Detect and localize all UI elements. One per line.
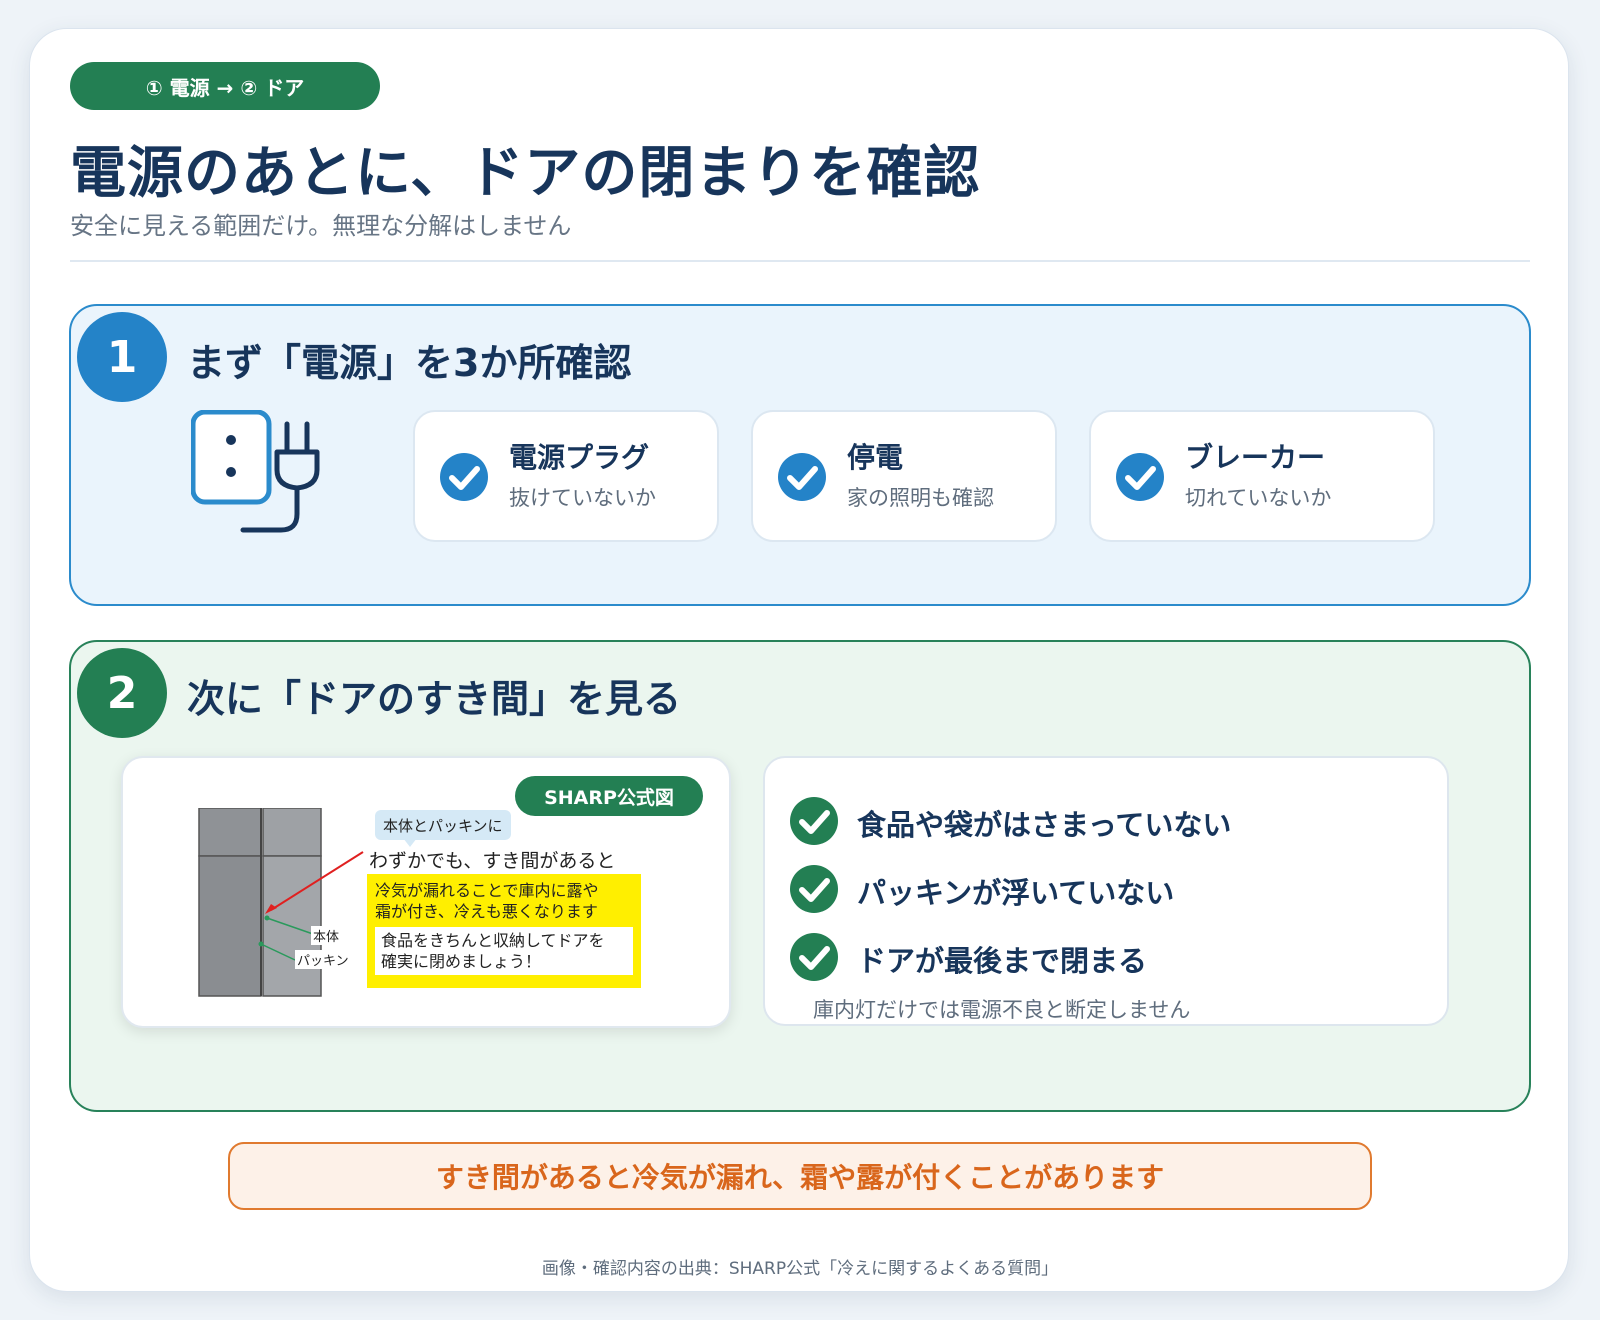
figure-warning-box: 冷気が漏れることで庫内に露や 霜が付き、冷えも悪くなります 食品をきちんと収納し… <box>367 874 641 988</box>
sharp-figure-card: SHARP公式図 本体とパッキンに わずかでも、すき間があると 冷気が漏れること… <box>121 756 731 1028</box>
warning-banner: すき間があると冷気が漏れ、霜や露が付くことがあります <box>228 1142 1372 1210</box>
figure-gap-text: わずかでも、すき間があると <box>369 850 616 872</box>
check-circle-icon <box>790 797 838 845</box>
check-card-outage: 停電 家の照明も確認 <box>751 410 1057 542</box>
check-card-sub: 切れていないか <box>1185 486 1332 510</box>
check-card-plug: 電源プラグ 抜けていないか <box>413 410 719 542</box>
check-circle-icon <box>790 865 838 913</box>
check-card-title: 電源プラグ <box>509 441 650 474</box>
step-number-1: 1 <box>77 312 167 402</box>
check-circle-icon <box>778 453 826 501</box>
section-door-title: 次に「ドアのすき間」を見る <box>187 677 682 721</box>
door-checklist-card: 食品や袋がはさまっていない パッキンが浮いていない ドアが最後まで閉まる 庫内灯… <box>763 756 1449 1026</box>
section-power: 1 まず「電源」を3か所確認 電源プラグ 抜けていないか 停電 家の照明も確認 … <box>69 304 1531 606</box>
section-door: 2 次に「ドアのすき間」を見る SHARP公式図 本体とパッキンに わずかでも、… <box>69 640 1531 1112</box>
figure-advice-line: 確実に閉めましょう！ <box>381 952 542 971</box>
step-pill: ① 電源 → ② ドア <box>70 62 380 110</box>
check-card-title: 停電 <box>847 441 904 474</box>
outlet-plug-icon <box>191 410 320 533</box>
step-number-2: 2 <box>77 648 167 738</box>
check-card-sub: 抜けていないか <box>509 486 656 510</box>
figure-advice-line: 食品をきちんと収納してドアを <box>381 931 605 950</box>
door-check-note: 庫内灯だけでは電源不良と断定しません <box>813 998 1191 1022</box>
figure-warning-line: 霜が付き、冷えも悪くなります <box>375 902 598 921</box>
check-circle-icon <box>790 933 838 981</box>
figure-label-packing: パッキン <box>295 950 351 969</box>
divider <box>70 260 1530 262</box>
door-check-label: ドアが最後まで閉まる <box>857 944 1148 978</box>
fridge-illustration <box>198 808 364 997</box>
door-check-label: パッキンが浮いていない <box>857 876 1175 910</box>
figure-warning-line: 冷気が漏れることで庫内に露や <box>375 881 599 900</box>
check-card-breaker: ブレーカー 切れていないか <box>1089 410 1435 542</box>
page-subtitle: 安全に見える範囲だけ。無理な分解はしません <box>70 212 572 240</box>
section-power-title: まず「電源」を3か所確認 <box>187 341 632 385</box>
check-circle-icon <box>1116 453 1164 501</box>
door-check-label: 食品や袋がはさまっていない <box>857 808 1232 842</box>
figure-advice-box: 食品をきちんと収納してドアを 確実に閉めましょう！ <box>375 927 633 975</box>
figure-bubble: 本体とパッキンに <box>375 810 511 840</box>
source-credit: 画像・確認内容の出典：SHARP公式「冷えに関するよくある質問」 <box>541 1259 1059 1279</box>
sharp-figure-badge: SHARP公式図 <box>515 776 703 816</box>
check-card-sub: 家の照明も確認 <box>847 486 994 510</box>
check-circle-icon <box>440 453 488 501</box>
check-card-title: ブレーカー <box>1185 441 1326 474</box>
page-title: 電源のあとに、ドアの閉まりを確認 <box>70 141 981 206</box>
figure-label-body: 本体 <box>311 926 342 945</box>
